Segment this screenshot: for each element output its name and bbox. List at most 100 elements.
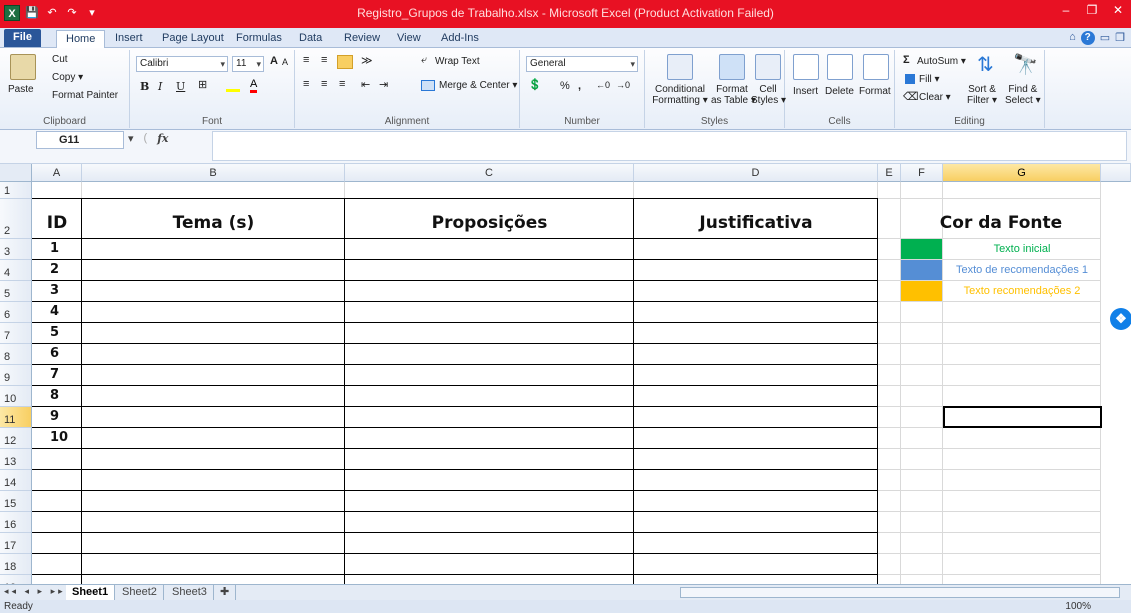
italic-button[interactable]: I xyxy=(158,80,162,93)
table-header-cell[interactable]: Proposições xyxy=(345,199,634,239)
close-icon[interactable]: ✕ xyxy=(1105,0,1131,20)
font-size-select[interactable]: 11 xyxy=(232,56,264,72)
legend-title[interactable]: Cor da Fonte xyxy=(901,199,1101,239)
paste-button[interactable]: Paste xyxy=(8,84,34,95)
bold-button[interactable]: B xyxy=(140,80,149,93)
row-header-2[interactable]: 2 xyxy=(0,199,32,239)
zoom-level[interactable]: 100% xyxy=(1065,600,1091,613)
row-header-8[interactable]: 8 xyxy=(0,344,32,365)
row-header-13[interactable]: 13 xyxy=(0,449,32,470)
row-header-12[interactable]: 12 xyxy=(0,428,32,449)
row-header-10[interactable]: 10 xyxy=(0,386,32,407)
row-header-3[interactable]: 3 xyxy=(0,239,32,260)
delete-cells-icon[interactable] xyxy=(827,54,853,80)
id-cell[interactable]: 8 xyxy=(50,386,59,407)
tab-insert[interactable]: Insert xyxy=(106,30,152,48)
insert-sheet-icon[interactable]: ✚ xyxy=(214,585,237,600)
id-cell[interactable]: 1 xyxy=(50,239,59,260)
cancel-entry-icon[interactable]: ( xyxy=(144,132,148,145)
format-cells-icon[interactable] xyxy=(863,54,889,80)
shrink-font-icon[interactable]: A xyxy=(282,57,288,67)
grow-font-icon[interactable]: A xyxy=(270,55,278,67)
find-select-icon[interactable]: 🔭 xyxy=(1013,52,1038,77)
wrap-text-icon[interactable]: ⤶ xyxy=(421,54,427,67)
decrease-indent-icon[interactable]: ⇤ xyxy=(361,78,370,91)
underline-button[interactable]: U xyxy=(176,80,185,93)
row-header-7[interactable]: 7 xyxy=(0,323,32,344)
legend-text[interactable]: Texto recomendações 2 xyxy=(943,281,1101,302)
format-as-table-button[interactable]: Format as Table ▾ xyxy=(711,84,756,106)
format-cells-button[interactable]: Format xyxy=(859,86,891,97)
window-restore-icon[interactable]: ❐ xyxy=(1115,31,1125,45)
tab-data[interactable]: Data xyxy=(290,30,331,48)
merge-center-button[interactable]: Merge & Center ▾ xyxy=(439,80,517,91)
minimize-icon[interactable]: – xyxy=(1053,0,1079,20)
formula-input[interactable] xyxy=(212,131,1127,161)
row-header-17[interactable]: 17 xyxy=(0,533,32,554)
tab-formulas[interactable]: Formulas xyxy=(227,30,291,48)
column-header-g[interactable]: G xyxy=(943,164,1101,182)
row-header-9[interactable]: 9 xyxy=(0,365,32,386)
cell-styles-button[interactable]: Cell Styles ▾ xyxy=(751,84,786,106)
tab-home[interactable]: Home xyxy=(56,30,106,48)
id-cell[interactable]: 6 xyxy=(50,344,59,365)
legend-text[interactable]: Texto de recomendações 1 xyxy=(943,260,1101,281)
font-color-icon[interactable]: A xyxy=(250,78,258,93)
ribbon-minimize-icon[interactable]: ⌂ xyxy=(1069,31,1076,45)
row-header-18[interactable]: 18 xyxy=(0,554,32,575)
tab-page-layout[interactable]: Page Layout xyxy=(153,30,233,48)
column-header-a[interactable]: A xyxy=(32,164,82,182)
align-right-icon[interactable]: ≡ xyxy=(339,78,345,90)
column-header-e[interactable]: E xyxy=(878,164,901,182)
align-middle-icon[interactable]: ≡ xyxy=(321,54,327,66)
align-top-icon[interactable]: ≡ xyxy=(303,54,309,66)
id-cell[interactable]: 5 xyxy=(50,323,59,344)
conditional-formatting-icon[interactable] xyxy=(667,54,693,80)
horizontal-scrollbar[interactable] xyxy=(680,587,1120,598)
help-icon[interactable]: ? xyxy=(1080,31,1095,45)
format-painter-button[interactable]: Format Painter xyxy=(52,90,118,101)
column-header-c[interactable]: C xyxy=(345,164,634,182)
merge-center-icon[interactable] xyxy=(421,80,435,91)
sheet-tab-sheet3[interactable]: Sheet3 xyxy=(166,585,214,600)
row-header-19[interactable]: 19 xyxy=(0,575,32,584)
dropbox-icon[interactable]: ❖ xyxy=(1110,308,1131,330)
increase-indent-icon[interactable]: ⇥ xyxy=(379,78,388,91)
id-cell[interactable]: 10 xyxy=(50,428,68,449)
column-header-d[interactable]: D xyxy=(634,164,878,182)
id-cell[interactable]: 7 xyxy=(50,365,59,386)
tab-view[interactable]: View xyxy=(388,30,430,48)
percent-button[interactable]: % xyxy=(560,80,570,92)
copy-button[interactable]: Copy ▾ xyxy=(52,72,83,83)
spreadsheet-grid[interactable]: ABCDEFG 12345678910111213141516171819 ID… xyxy=(0,164,1131,584)
clear-button[interactable]: Clear ▾ xyxy=(919,92,951,103)
cut-button[interactable]: Cut xyxy=(52,54,68,65)
legend-text[interactable]: Texto inicial xyxy=(943,239,1101,260)
autosum-button[interactable]: AutoSum ▾ xyxy=(917,56,966,67)
selected-cell[interactable] xyxy=(943,406,1102,428)
number-format-select[interactable]: General xyxy=(526,56,638,72)
row-header-4[interactable]: 4 xyxy=(0,260,32,281)
restore-icon[interactable]: ❐ xyxy=(1079,0,1105,20)
insert-cells-button[interactable]: Insert xyxy=(793,86,818,97)
increase-decimal-icon[interactable]: ←0 xyxy=(596,80,610,90)
id-cell[interactable]: 2 xyxy=(50,260,59,281)
fill-color-icon[interactable] xyxy=(226,80,240,92)
tab-file[interactable]: File xyxy=(4,29,41,47)
borders-icon[interactable]: ⊞ xyxy=(198,78,207,91)
sort-filter-icon[interactable]: ⇅ xyxy=(977,52,994,77)
sort-filter-button[interactable]: Sort & Filter ▾ xyxy=(967,84,997,106)
fill-button[interactable]: Fill ▾ xyxy=(919,74,940,85)
cell-styles-icon[interactable] xyxy=(755,54,781,80)
paste-icon[interactable] xyxy=(10,54,36,80)
insert-function-icon[interactable]: fx xyxy=(157,132,168,145)
row-header-16[interactable]: 16 xyxy=(0,512,32,533)
comma-button[interactable]: , xyxy=(578,80,581,92)
find-select-button[interactable]: Find & Select ▾ xyxy=(1005,84,1041,106)
sheet-tab-sheet1[interactable]: Sheet1 xyxy=(66,585,116,600)
row-header-5[interactable]: 5 xyxy=(0,281,32,302)
align-center-icon[interactable]: ≡ xyxy=(321,78,327,90)
row-header-14[interactable]: 14 xyxy=(0,470,32,491)
legend-color-swatch[interactable] xyxy=(901,281,942,301)
decrease-decimal-icon[interactable]: →0 xyxy=(616,80,630,90)
